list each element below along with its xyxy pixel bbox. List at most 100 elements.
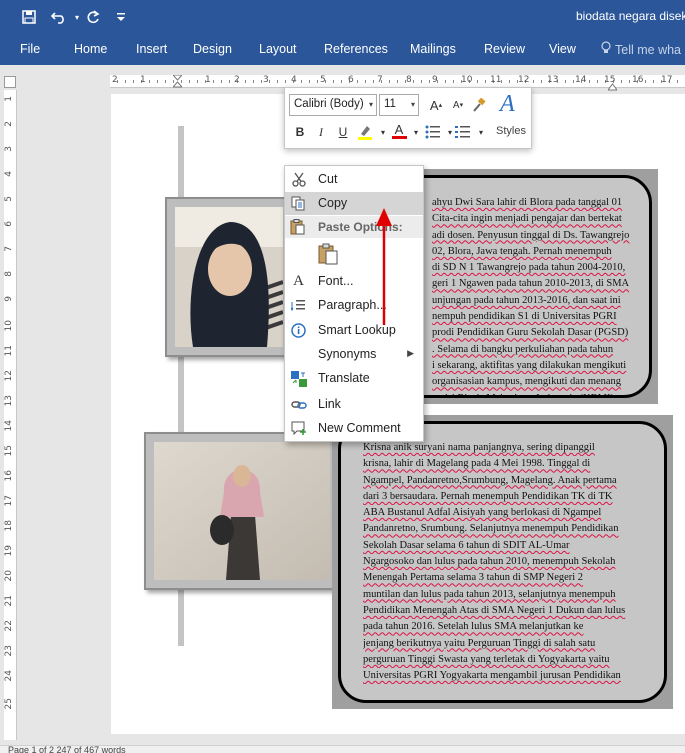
tell-me-search[interactable]: Tell me wha [601,41,681,57]
menu-item-font[interactable]: A Font... [285,270,423,293]
bio-line: Menengah Pertama selama 3 tahun di SMP N… [363,572,584,584]
ruler-number: 6 [348,75,354,85]
font-color-letter: A [394,122,404,137]
font-name-value: Calibri (Body) [294,98,364,110]
ruler-number: 19 [4,545,14,557]
tab-references[interactable]: References [324,42,388,56]
undo-icon[interactable] [49,7,69,27]
ruler-number: 2 [234,75,240,85]
ruler-number: 22 [4,620,14,632]
bio-line: pada tahun 2016. Setelah lulus SMA melan… [363,621,584,633]
shrink-font-button[interactable]: A ▾ [448,95,468,115]
underline-button[interactable]: U [333,122,353,142]
profile-photo-2 [154,442,330,580]
chevron-right-icon: ▶ [407,348,414,358]
grow-font-label: A [429,97,439,113]
menu-item-synonyms[interactable]: Synonyms ▶ [285,343,423,366]
chevron-down-icon[interactable]: ▾ [471,122,491,142]
ruler-number: 12 [4,370,14,382]
bio-line: muntilan dan lulus pada tahun 2013, sela… [363,588,616,600]
photo-frame-1[interactable] [165,197,293,357]
bio-line: Krisna anik suryani nama panjangnya, ser… [363,442,595,453]
menu-label: Smart Lookup [318,323,396,337]
highlight-icon[interactable] [355,122,375,142]
ruler-number: 8 [4,271,14,277]
menu-item-new-comment[interactable]: New Comment [285,417,423,440]
ruler-number: 13 [547,75,559,85]
bio-line: dari 3 bersaudara. Pernah menempuh Pendi… [363,490,613,502]
tab-view[interactable]: View [549,42,576,56]
font-size-box[interactable]: 11 ▾ [379,94,419,116]
ruler-number: 11 [4,345,14,357]
save-icon[interactable] [19,7,39,27]
lightbulb-icon [601,41,611,57]
font-size-value: 11 [384,98,396,110]
customize-qat-icon[interactable] [111,7,131,27]
ruler-number: 5 [4,196,14,202]
shrink-font-label: A [452,99,460,111]
menu-item-copy[interactable]: Copy [285,192,423,215]
tab-home[interactable]: Home [74,42,107,56]
ruler-number: 3 [4,146,14,152]
paste-keep-formatting-button[interactable] [315,241,341,267]
styles-label: Styles [496,125,526,137]
menu-item-translate[interactable]: Translate [285,367,423,390]
bio-line: prodi Pendidikan Guru Sekolah Dasar (PGS… [432,327,629,339]
status-bar: Page 1 of 2 247 of 467 words [0,745,685,753]
bio-line: Sekolah Dasar selama 6 tahun di SDIT AL-… [363,539,570,551]
ruler-number: 1 [140,75,146,85]
indent-marker[interactable] [171,74,184,88]
bio-line: di SD N 1 Tawangrejo pada tahun 2004-201… [432,262,626,274]
ruler-number: 4 [4,171,14,177]
bio-line: Cita-cita ingin menjadi pengajar dan ber… [432,213,622,225]
ruler-number: 4 [291,75,297,85]
tab-selector[interactable] [4,76,16,88]
photo-frame-2[interactable] [144,432,340,590]
ruler-number: 10 [461,75,473,85]
tell-me-label: Tell me wha [615,43,681,57]
menu-label: Copy [318,196,348,210]
font-name-box[interactable]: Calibri (Body) ▾ [289,94,377,116]
ruler-number: 23 [4,645,14,657]
ruler-number: 14 [4,420,14,432]
ruler-number: 2 [112,75,118,85]
ruler-number: 9 [432,75,438,85]
right-indent-marker[interactable] [607,80,618,94]
styles-button[interactable]: A Styles [493,91,531,143]
bio-text-2[interactable]: Krisna anik suryani nama panjangnya, ser… [341,424,664,684]
redo-icon[interactable] [83,7,103,27]
tab-design[interactable]: Design [193,42,232,56]
menu-item-cut[interactable]: Cut [285,168,423,191]
tab-insert[interactable]: Insert [136,42,167,56]
ruler-number: 1 [205,75,211,85]
tab-file[interactable]: File [20,42,40,56]
menu-item-paragraph[interactable]: Paragraph... [285,294,423,317]
bio-line: krisna, lahir di Magelang pada 4 Mei 199… [363,458,591,470]
tab-mailings[interactable]: Mailings [410,42,456,56]
link-icon [290,396,307,413]
bold-button[interactable]: B [290,122,310,142]
clipboard-icon [318,243,338,265]
tab-layout[interactable]: Layout [259,42,297,56]
ruler-number: 7 [4,246,14,252]
menu-item-smart-lookup[interactable]: Smart Lookup [285,319,423,342]
ruler-number: 24 [4,670,14,682]
format-painter-icon[interactable] [469,95,489,115]
ruler-number: 3 [263,75,269,85]
ruler-number: 17 [4,495,14,507]
ruler-number: 15 [4,445,14,457]
grow-font-button[interactable]: A ▴ [426,95,446,115]
bio-line: . Selama di bangku perkuliahan pada tahu… [432,343,614,355]
menu-label: New Comment [318,421,401,435]
vertical-ruler[interactable]: 1 2 3 4 5 6 7 8 9 10 11 12 13 14 15 16 1… [4,90,17,740]
menu-item-link[interactable]: Link [285,393,423,416]
ruler-number: 10 [4,320,14,332]
bio-line: ABA Bustanul Adfal Aisiyah yang berlokas… [363,507,602,519]
numbering-icon[interactable] [453,122,473,142]
bio-box-2[interactable]: Krisna anik suryani nama panjangnya, ser… [338,421,667,703]
italic-button[interactable]: I [311,122,331,142]
tab-review[interactable]: Review [484,42,525,56]
synonyms-icon [290,346,307,363]
bio-line: adi dosen. Penyusun tinggal di Ds. Tawan… [432,229,630,241]
paragraph-icon [290,297,307,314]
